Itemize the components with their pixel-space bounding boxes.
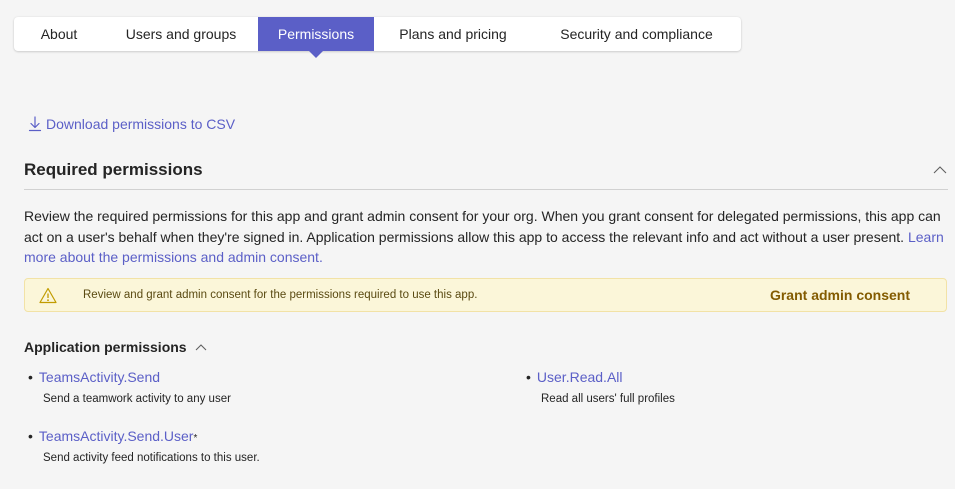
tab-plans-and-pricing[interactable]: Plans and pricing <box>374 17 532 51</box>
application-permissions-title: Application permissions <box>24 339 187 355</box>
tab-label: About <box>40 26 78 42</box>
permission-description: Send a teamwork activity to any user <box>43 393 231 405</box>
permission-name-link[interactable]: TeamsActivity.Send <box>39 369 160 385</box>
tab-label: Plans and pricing <box>399 26 507 42</box>
permission-description: Send activity feed notifications to this… <box>43 452 260 464</box>
warning-icon <box>39 287 57 304</box>
chevron-up-icon[interactable] <box>932 162 948 178</box>
bullet: • <box>28 369 33 385</box>
permission-description: Read all users' full profiles <box>541 393 675 405</box>
description-text: Review the required permissions for this… <box>24 208 941 245</box>
tab-bar: About Users and groups Permissions Plans… <box>14 17 741 58</box>
tab-label: Users and groups <box>125 26 237 42</box>
tab-about[interactable]: About <box>14 17 104 51</box>
tab-security-and-compliance[interactable]: Security and compliance <box>532 17 741 51</box>
required-permissions-header: Required permissions <box>24 156 948 190</box>
permission-name-link[interactable]: TeamsActivity.Send.User <box>39 428 194 444</box>
permission-item: • User.Read.All Read all users' full prof… <box>526 369 675 405</box>
chevron-up-icon[interactable] <box>194 340 208 354</box>
permission-name-link[interactable]: User.Read.All <box>537 369 623 385</box>
download-permissions-link[interactable]: Download permissions to CSV <box>28 116 235 132</box>
tab-label: Permissions <box>277 26 355 42</box>
required-permissions-description: Review the required permissions for this… <box>24 206 954 268</box>
section-title: Required permissions <box>24 160 203 179</box>
application-permissions-header: Application permissions <box>24 339 208 355</box>
required-marker: * <box>193 433 198 444</box>
permission-item: • TeamsActivity.Send.User* Send activity … <box>28 428 260 464</box>
consent-warning-banner: Review and grant admin consent for the p… <box>24 278 947 312</box>
bullet: • <box>526 369 531 385</box>
permission-item: • TeamsActivity.Send Send a teamwork acti… <box>28 369 231 405</box>
grant-admin-consent-button[interactable]: Grant admin consent <box>770 287 910 303</box>
tab-users-and-groups[interactable]: Users and groups <box>104 17 258 51</box>
active-tab-caret <box>309 51 323 58</box>
tab-permissions[interactable]: Permissions <box>258 17 374 58</box>
download-icon <box>28 116 42 132</box>
bullet: • <box>28 428 33 444</box>
tab-label: Security and compliance <box>560 26 713 42</box>
download-label: Download permissions to CSV <box>46 116 236 132</box>
banner-message: Review and grant admin consent for the p… <box>83 289 478 301</box>
